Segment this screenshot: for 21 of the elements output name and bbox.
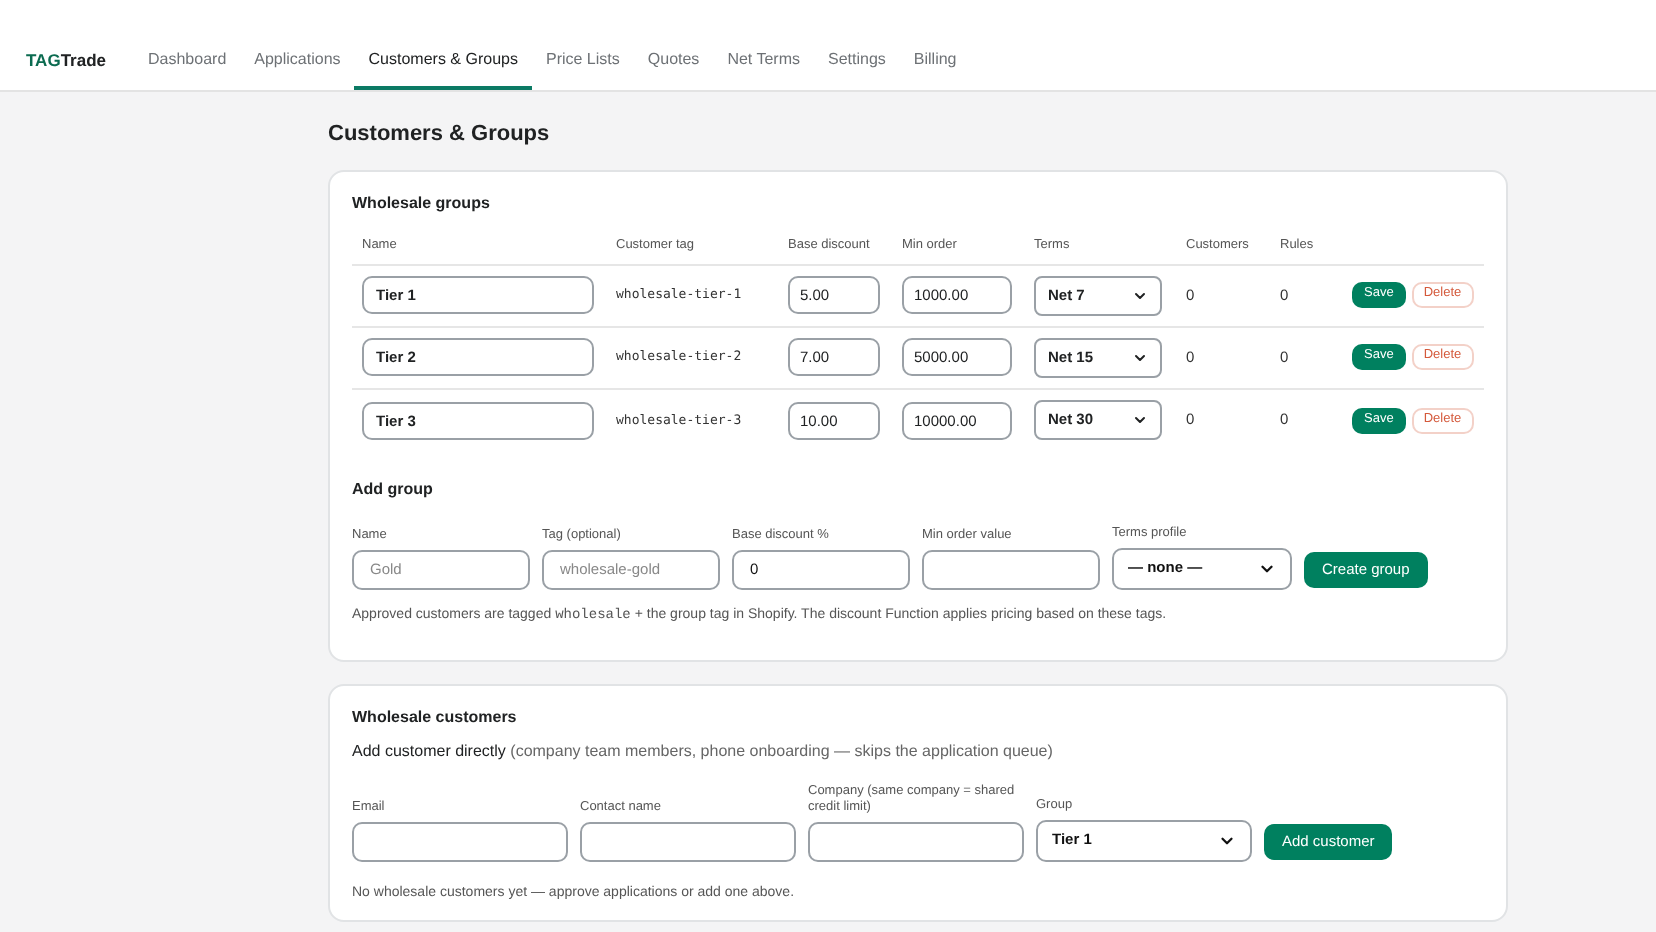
nav-tab[interactable]: Billing [899, 32, 971, 90]
input-field[interactable] [922, 549, 1100, 589]
nav-tab[interactable]: Quotes [633, 32, 714, 90]
nav-tab[interactable]: Settings [814, 32, 900, 90]
app-logo: TAGTrade [26, 52, 106, 70]
section-title: Add group [352, 481, 435, 497]
chevron-down-icon [1132, 287, 1148, 303]
intro-text: Add customer directly (company team members, phone onboarding — skips the application queue) [352, 743, 1055, 759]
section-title: Wholesale customers [352, 709, 519, 725]
nav-tab[interactable]: Customers & Groups [354, 32, 532, 90]
nav-tab[interactable]: Price Lists [531, 32, 634, 90]
input-field[interactable] [808, 821, 1024, 861]
page-title: Customers & Groups [328, 124, 552, 146]
input-field[interactable] [352, 821, 568, 861]
input-field[interactable] [580, 821, 796, 861]
chevron-down-icon [1132, 349, 1148, 365]
nav-tab[interactable]: Dashboard [134, 32, 241, 90]
chevron-down-icon [1132, 412, 1148, 428]
nav-tab[interactable]: Applications [240, 32, 355, 90]
section-title: Wholesale groups [352, 196, 492, 212]
nav-tab[interactable]: Net Terms [713, 32, 814, 90]
